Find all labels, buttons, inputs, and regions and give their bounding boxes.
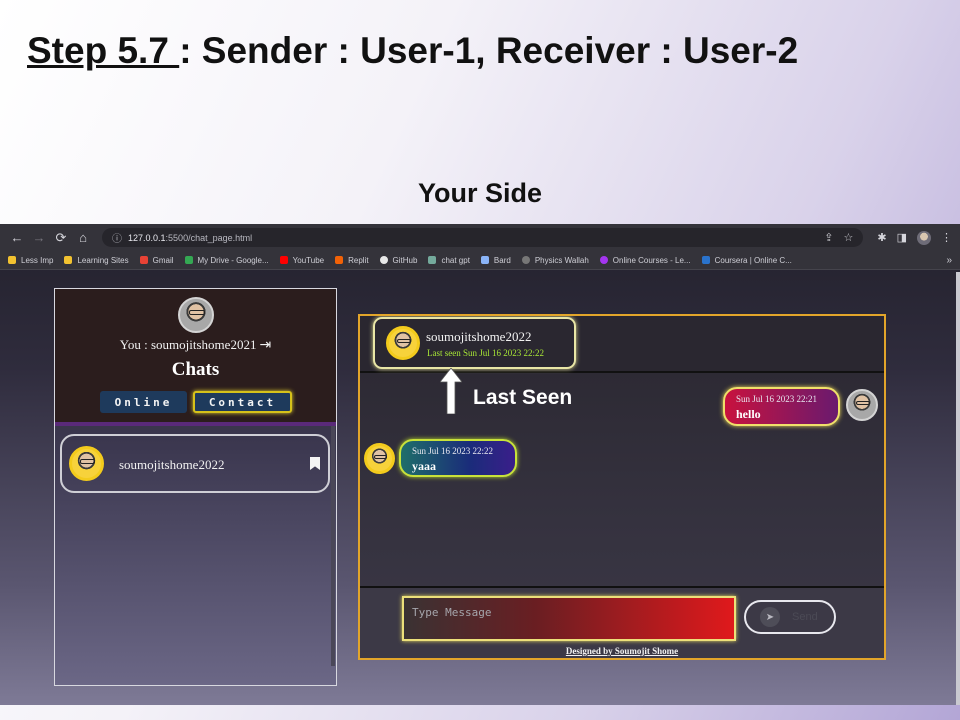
address-bar[interactable]: ⓘ 127.0.0.1:5500/chat_page.html ⇪ ☆ <box>102 228 864 247</box>
bookmark-item[interactable]: My Drive - Google... <box>184 256 269 265</box>
bookmark-item[interactable]: Learning Sites <box>64 256 129 265</box>
message-text: hello <box>736 407 761 421</box>
user-avatar <box>178 297 214 333</box>
browser-screenshot: ← → ⟳ ⌂ ⓘ 127.0.0.1:5500/chat_page.html … <box>0 224 960 705</box>
bookmark-item[interactable]: Gmail <box>139 256 174 265</box>
logout-icon[interactable]: ⇥ <box>259 337 271 353</box>
drive-icon <box>184 256 193 264</box>
message-time: Sun Jul 16 2023 22:22 <box>412 446 494 456</box>
physics-wallah-icon <box>521 256 530 264</box>
receiver-card[interactable]: soumojitshome2022 Last seen Sun Jul 16 2… <box>373 317 576 369</box>
forward-icon[interactable]: → <box>30 230 48 245</box>
chat-list-header: You : soumojitshome2021 ⇥ Chats Online Co… <box>55 289 336 426</box>
udemy-icon <box>599 256 608 264</box>
message-text: yaaa <box>412 459 436 473</box>
bookmark-icon[interactable] <box>310 457 320 470</box>
last-seen-annotation: Last Seen <box>473 386 573 409</box>
gmail-icon <box>139 256 148 264</box>
slide-subtitle: Your Side <box>417 178 543 208</box>
chatgpt-icon <box>428 256 437 264</box>
contact-avatar <box>69 446 104 481</box>
message-time: Sun Jul 16 2023 22:21 <box>736 394 818 404</box>
slide-title-step: Step 5.7 <box>27 30 180 71</box>
url-host: 127.0.0.1 <box>128 232 166 243</box>
contact-name: soumojitshome2022 <box>119 457 225 472</box>
chat-list-scrollbar[interactable] <box>331 426 335 666</box>
page-scrollbar[interactable] <box>956 272 960 705</box>
current-user: You : soumojitshome2021 ⇥ <box>55 337 336 353</box>
side-panel-icon[interactable]: ◨ <box>897 231 907 244</box>
bookmark-item[interactable]: chat gpt <box>428 256 470 265</box>
chat-header: soumojitshome2022 Last seen Sun Jul 16 2… <box>360 316 884 373</box>
slide-title: Step 5.7 : Sender : User-1, Receiver : U… <box>27 30 798 72</box>
bookmark-item[interactable]: Replit <box>335 256 369 265</box>
reload-icon[interactable]: ⟳ <box>52 230 70 246</box>
star-icon[interactable]: ☆ <box>844 231 854 244</box>
bookmarks-bar: Less Imp Learning Sites Gmail My Drive -… <box>0 251 960 270</box>
menu-icon[interactable]: ⋮ <box>941 231 952 244</box>
bookmark-item[interactable]: GitHub <box>379 256 417 265</box>
send-label: Send <box>792 611 818 623</box>
online-tab[interactable]: Online <box>100 391 187 413</box>
message-input[interactable] <box>402 596 736 641</box>
receiver-avatar <box>386 326 420 360</box>
send-button[interactable]: ➤ Send <box>744 600 836 634</box>
contact-tab[interactable]: Contact <box>193 391 292 413</box>
chat-list-panel: You : soumojitshome2021 ⇥ Chats Online Co… <box>54 288 337 686</box>
bookmark-item[interactable]: YouTube <box>279 256 324 265</box>
info-icon[interactable]: ⓘ <box>112 230 122 245</box>
browser-toolbar: ← → ⟳ ⌂ ⓘ 127.0.0.1:5500/chat_page.html … <box>0 224 960 251</box>
home-icon[interactable]: ⌂ <box>74 230 92 245</box>
sent-message-bubble: Sun Jul 16 2023 22:21 hello <box>723 387 840 426</box>
receiver-name: soumojitshome2022 <box>426 329 532 344</box>
bookmark-item[interactable]: Bard <box>480 256 511 265</box>
chat-footer: ➤ Send Designed by Soumojit Shome <box>360 586 884 658</box>
bookmark-item[interactable]: Physics Wallah <box>521 256 589 265</box>
bookmark-item[interactable]: Coursera | Online C... <box>701 256 792 265</box>
up-arrow-icon <box>440 368 462 414</box>
footer-credit: Designed by Soumojit Shome <box>565 646 679 656</box>
bookmark-item[interactable]: Less Imp <box>8 256 53 265</box>
url-path: :5500/chat_page.html <box>165 232 253 243</box>
profile-avatar[interactable] <box>917 230 931 245</box>
share-icon[interactable]: ⇪ <box>824 231 833 244</box>
bookmark-item[interactable]: Online Courses - Le... <box>599 256 691 265</box>
current-user-label: You : soumojitshome2021 <box>119 337 257 352</box>
chat-window: soumojitshome2022 Last seen Sun Jul 16 2… <box>358 314 886 660</box>
slide-title-rest: : Sender : User-1, Receiver : User-2 <box>179 30 799 71</box>
folder-icon <box>64 256 73 264</box>
sender-avatar <box>846 389 878 421</box>
last-seen-status: Last seen Sun Jul 16 2023 22:22 <box>427 348 544 358</box>
coursera-icon <box>701 256 710 264</box>
extensions-icon[interactable]: ✱ <box>877 231 886 244</box>
chats-heading: Chats <box>171 359 220 380</box>
youtube-icon <box>279 256 288 264</box>
send-icon: ➤ <box>760 607 780 627</box>
receiver-message-avatar <box>364 443 395 474</box>
back-icon[interactable]: ← <box>8 230 26 245</box>
received-message-bubble: Sun Jul 16 2023 22:22 yaaa <box>399 439 517 477</box>
bookmarks-overflow-icon[interactable]: » <box>946 255 952 266</box>
replit-icon <box>335 256 344 264</box>
folder-icon <box>8 256 16 264</box>
bard-icon <box>480 256 489 264</box>
contact-list-item[interactable]: soumojitshome2022 <box>60 434 330 493</box>
github-icon <box>379 256 388 264</box>
